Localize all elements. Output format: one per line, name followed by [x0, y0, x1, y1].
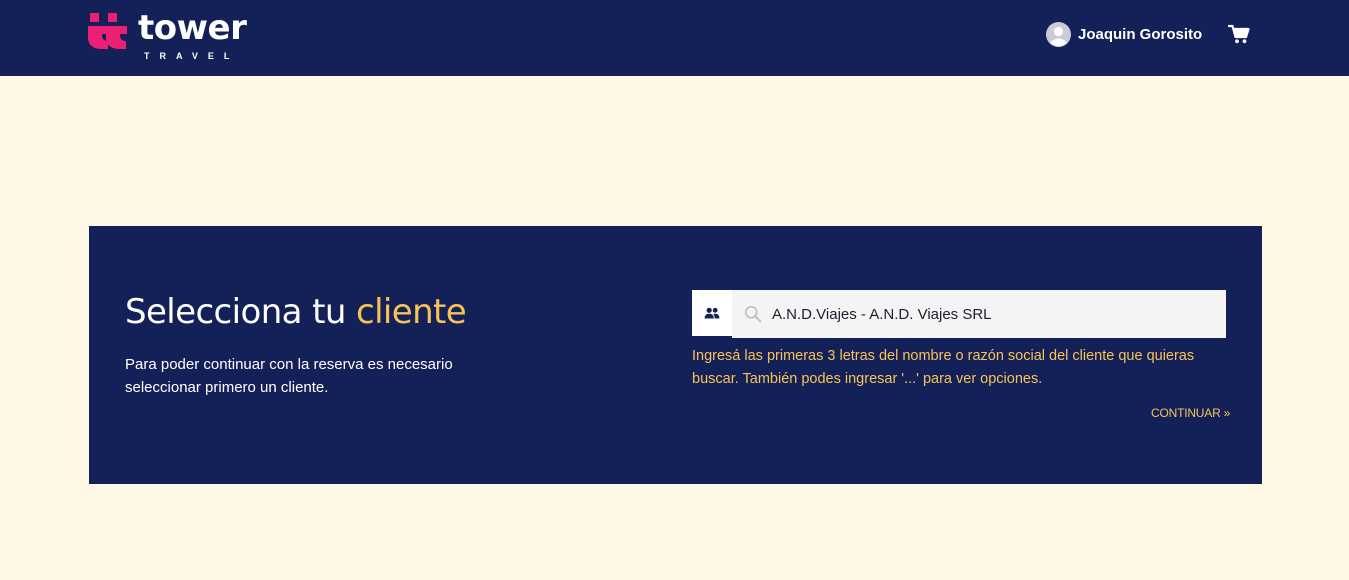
- user-name: Joaquin Gorosito: [1078, 25, 1203, 43]
- search-hint: Ingresá las primeras 3 letras del nombre…: [692, 348, 1195, 387]
- search-prefix: [692, 290, 732, 338]
- top-navbar: tower TRAVEL Joaquin Gorosito: [0, 0, 1349, 76]
- user-menu[interactable]: Joaquin Gorosito: [1046, 21, 1202, 47]
- cart-icon[interactable]: [1228, 23, 1250, 45]
- users-icon: [704, 307, 720, 319]
- continue-link[interactable]: CONTINUAR »: [1151, 406, 1230, 420]
- title-main: Selecciona tu: [125, 292, 356, 332]
- client-search[interactable]: [692, 290, 1226, 338]
- logo-subtitle: TRAVEL: [144, 51, 240, 61]
- user-avatar-icon: [1046, 21, 1071, 47]
- client-selection-panel: Selecciona tu cliente Para poder continu…: [89, 226, 1262, 484]
- panel-description: Para poder continuar con la reserva es n…: [125, 356, 453, 396]
- client-search-input[interactable]: [772, 305, 1212, 323]
- logo-wordmark: tower: [138, 8, 247, 48]
- title-accent: cliente: [355, 292, 467, 332]
- search-icon: [744, 305, 762, 323]
- tower-travel-logo[interactable]: tower TRAVEL: [88, 8, 258, 63]
- logo-mark-icon: [88, 13, 127, 49]
- page-title: Selecciona tu cliente: [125, 290, 467, 334]
